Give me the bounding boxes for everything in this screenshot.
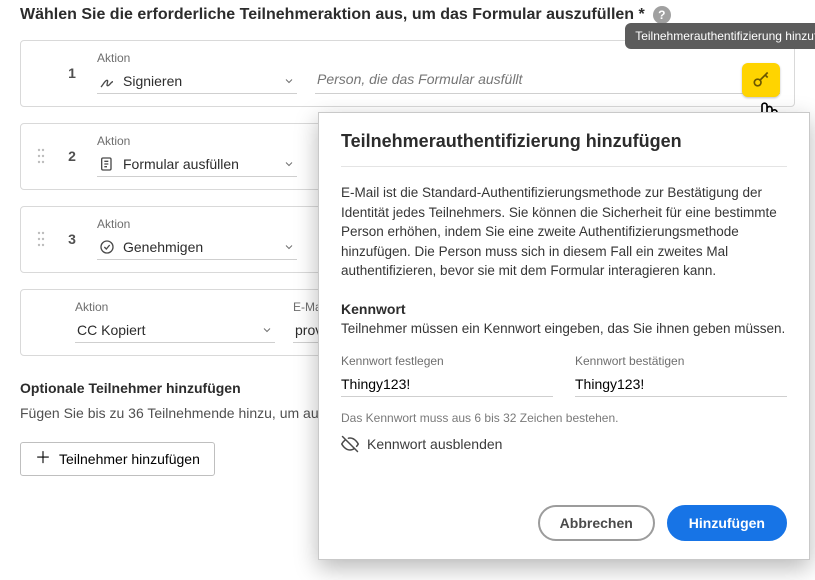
hide-password-label: Kennwort ausblenden [367, 436, 502, 452]
drag-handle-icon [35, 51, 47, 94]
cc-action-value: CC Kopiert [77, 322, 145, 338]
row-number: 3 [65, 217, 79, 260]
row-number: 2 [65, 134, 79, 177]
key-tooltip: Teilnehmerauthentifizierung hinzufügen [625, 23, 815, 49]
add-auth-key-button[interactable] [742, 63, 780, 97]
row-number: 1 [65, 51, 79, 94]
password-hint: Das Kennwort muss aus 6 bis 32 Zeichen b… [341, 411, 787, 425]
add-participant-button[interactable]: ＋ Teilnehmer hinzufügen [20, 442, 215, 476]
help-icon[interactable]: ? [653, 6, 671, 24]
eye-off-icon [341, 435, 359, 453]
page-title: Wählen Sie die erforderliche Teilnehmera… [20, 6, 645, 24]
dialog-title: Teilnehmerauthentifizierung hinzufügen [341, 131, 787, 152]
action-value: Genehmigen [123, 239, 203, 255]
action-label: Aktion [97, 51, 297, 65]
password-heading: Kennwort [341, 301, 787, 317]
cancel-button[interactable]: Abbrechen [538, 505, 655, 541]
action-select[interactable]: Formular ausfüllen [97, 152, 297, 177]
action-icon [99, 73, 115, 89]
action-value: Signieren [123, 73, 182, 89]
participant-row: 1AktionSignierenTeilnehmerauthentifizier… [20, 40, 795, 107]
confirm-password-label: Kennwort bestätigen [575, 354, 787, 368]
drag-handle-icon[interactable] [35, 134, 47, 177]
drag-handle-icon[interactable] [35, 217, 47, 260]
auth-dialog: Teilnehmerauthentifizierung hinzufügen E… [318, 112, 810, 560]
action-label: Aktion [97, 134, 297, 148]
add-button[interactable]: Hinzufügen [667, 505, 787, 541]
divider [341, 166, 787, 167]
action-select[interactable]: Signieren [97, 69, 297, 94]
plus-icon: ＋ [35, 451, 51, 467]
set-password-input[interactable] [341, 372, 553, 397]
cc-action-label: Aktion [75, 300, 275, 314]
hide-password-toggle[interactable]: Kennwort ausblenden [341, 435, 787, 453]
dialog-body-text: E-Mail ist die Standard-Authentifizierun… [341, 183, 787, 281]
confirm-password-input[interactable] [575, 372, 787, 397]
action-select[interactable]: Genehmigen [97, 235, 297, 260]
set-password-label: Kennwort festlegen [341, 354, 553, 368]
action-icon [99, 239, 115, 255]
person-input[interactable] [315, 65, 780, 94]
action-value: Formular ausfüllen [123, 156, 239, 172]
action-icon [99, 156, 115, 172]
password-subtext: Teilnehmer müssen ein Kennwort eingeben,… [341, 321, 787, 336]
cc-action-select[interactable]: CC Kopiert [75, 318, 275, 343]
action-label: Aktion [97, 217, 297, 231]
add-participant-label: Teilnehmer hinzufügen [59, 451, 200, 467]
